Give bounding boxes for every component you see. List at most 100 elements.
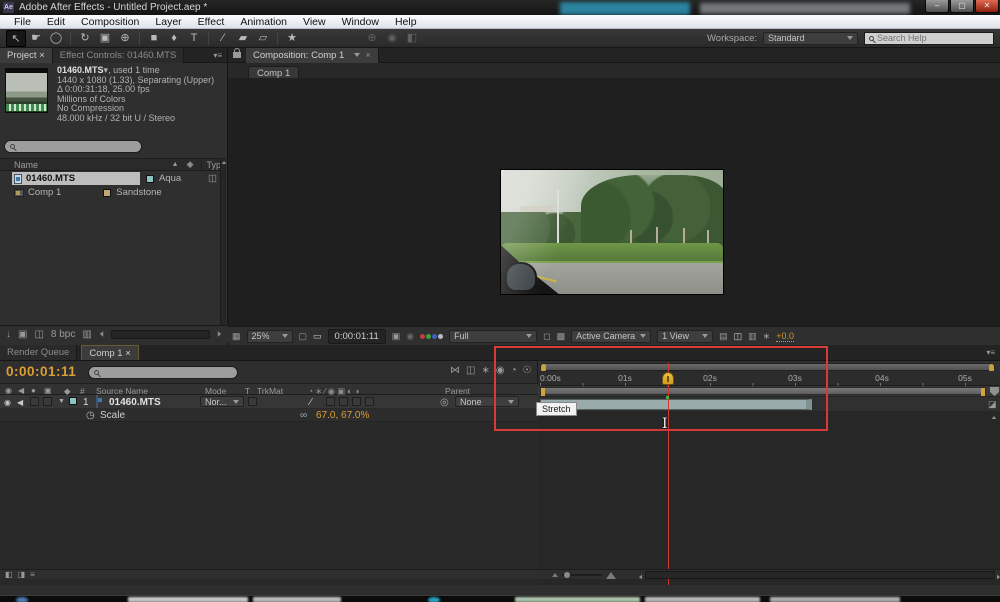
rotation-tool-icon[interactable]: ↻ <box>75 30 95 47</box>
scale-value[interactable]: 67.0, 67.0% <box>316 410 369 421</box>
layer-row[interactable]: ◉ ◀ ▼ 1 01460.MTS Nor... ∕ ◎ None <box>0 395 538 409</box>
transparency-grid-icon[interactable]: ▩ <box>557 332 566 341</box>
expand-layer-switches-icon[interactable]: ◧ <box>5 570 13 579</box>
timeline-hscrollbar[interactable] <box>645 571 995 579</box>
scale-property-row[interactable]: ◷ Scale ∞ 67.0, 67.0% <box>0 409 538 422</box>
taskbar-item[interactable] <box>128 597 248 602</box>
taskbar-item[interactable] <box>16 597 28 602</box>
solo-column-icon[interactable]: ● <box>31 386 36 395</box>
stopwatch-icon[interactable]: ◷ <box>86 410 95 421</box>
lock-switch[interactable] <box>43 397 52 406</box>
label-column-icon[interactable]: ◆ <box>187 159 194 170</box>
zoom-tool-icon[interactable]: ◯ <box>46 30 66 47</box>
title-action-safe-icon[interactable]: ▢ <box>299 332 308 341</box>
show-channel-icon[interactable] <box>420 334 443 339</box>
clone-stamp-tool-icon[interactable]: ▰ <box>233 30 253 47</box>
eraser-tool-icon[interactable]: ▱ <box>253 30 273 47</box>
menu-edit[interactable]: Edit <box>39 15 73 29</box>
brush-tool-icon[interactable]: ∕ <box>213 30 233 47</box>
pan-behind-tool-icon[interactable]: ⊕ <box>115 30 135 47</box>
layer-source-name[interactable]: 01460.MTS <box>109 397 161 408</box>
scroll-up-icon[interactable] <box>992 416 997 419</box>
scroll-left-icon[interactable] <box>100 331 104 337</box>
search-help-box[interactable] <box>864 32 994 45</box>
snapshot-icon[interactable]: ▣ <box>392 332 401 341</box>
new-folder-icon[interactable]: ▣ <box>18 329 27 340</box>
label-color-swatch[interactable] <box>103 189 111 197</box>
effect-switch[interactable] <box>326 397 335 406</box>
active-camera-dropdown[interactable]: Active Camera <box>571 330 651 343</box>
comp-marker-bin-icon[interactable] <box>990 387 999 396</box>
project-scrollbar[interactable] <box>220 158 226 325</box>
show-snapshot-icon[interactable]: ◉ <box>406 332 414 341</box>
scroll-left-icon[interactable] <box>639 575 642 580</box>
menu-layer[interactable]: Layer <box>147 15 189 29</box>
sort-ascending-icon[interactable]: ▲ <box>172 161 179 168</box>
menu-effect[interactable]: Effect <box>190 15 233 29</box>
hand-tool-icon[interactable]: ☛ <box>26 30 46 47</box>
title-bar[interactable]: Ae Adobe After Effects - Untitled Projec… <box>0 0 1000 15</box>
audio-column-icon[interactable]: ◀ <box>18 386 24 395</box>
tab-project[interactable]: Project × <box>0 48 53 63</box>
menu-help[interactable]: Help <box>387 15 425 29</box>
shy-layers-icon[interactable]: ◫ <box>466 365 475 376</box>
delete-icon[interactable]: ▥ <box>82 329 91 340</box>
shape-tool-icon[interactable]: ■ <box>144 30 164 47</box>
selection-tool-icon[interactable]: ↖ <box>6 30 26 47</box>
fast-previews-icon[interactable]: ◫ <box>734 332 743 341</box>
local-axis-mode-icon[interactable]: ⊕ <box>362 30 382 47</box>
timeline-search-box[interactable] <box>88 366 238 379</box>
pixel-aspect-correction-icon[interactable]: ▤ <box>719 332 728 341</box>
close-button[interactable]: ✕ <box>975 0 999 13</box>
taskbar-item[interactable] <box>515 597 640 602</box>
frame-blend-switch[interactable] <box>339 397 348 406</box>
composition-viewer[interactable] <box>228 78 1000 326</box>
timeline-zoom-slider[interactable] <box>552 572 632 578</box>
label-name[interactable]: Aqua <box>159 173 181 184</box>
minimize-button[interactable]: – <box>925 0 949 13</box>
lock-icon[interactable] <box>233 52 241 58</box>
maximize-button[interactable]: ▢ <box>950 0 974 13</box>
tab-composition[interactable]: Composition: Comp 1× <box>246 48 379 63</box>
video-column-icon[interactable]: ◉ <box>5 386 12 395</box>
trkmat-box[interactable] <box>248 397 257 406</box>
comp-button-icon[interactable]: ◪ <box>988 399 997 410</box>
puppet-pin-tool-icon[interactable]: ★ <box>282 30 302 47</box>
zoom-out-icon[interactable] <box>552 573 558 577</box>
zoom-slider-thumb[interactable] <box>564 572 570 578</box>
new-composition-icon[interactable]: ◫ <box>34 329 43 340</box>
layer-label-swatch[interactable] <box>69 397 77 405</box>
chevron-down-icon[interactable] <box>354 53 360 57</box>
scroll-up-icon[interactable] <box>222 161 227 164</box>
column-name[interactable]: Name <box>14 160 38 170</box>
panel-menu-icon[interactable]: ▾≡ <box>208 51 227 60</box>
pen-tool-icon[interactable]: ♦ <box>164 30 184 47</box>
property-name[interactable]: Scale <box>100 410 125 421</box>
project-hscrollbar[interactable] <box>111 330 210 339</box>
close-tab-icon[interactable]: × <box>365 48 371 63</box>
menu-composition[interactable]: Composition <box>73 15 147 29</box>
quality-switch-icon[interactable]: ∕ <box>310 397 312 408</box>
taskbar-item[interactable] <box>770 597 900 602</box>
menu-file[interactable]: File <box>6 15 39 29</box>
expand-transfer-controls-icon[interactable]: ◨ <box>18 570 26 579</box>
work-area-end-handle[interactable] <box>981 388 985 396</box>
magnification-dropdown[interactable]: 25% <box>247 330 293 343</box>
layer-visibility-eye-icon[interactable]: ◉ <box>4 398 11 407</box>
layer-audio-icon[interactable]: ◀ <box>17 398 23 407</box>
project-item-row[interactable]: Comp 1 Sandstone <box>0 186 221 199</box>
project-search-box[interactable] <box>4 140 142 153</box>
taskbar-item[interactable] <box>428 597 440 602</box>
exposure-icon[interactable]: ∗ <box>763 332 771 341</box>
view-axis-mode-icon[interactable]: ◧ <box>402 30 422 47</box>
lock-column-icon[interactable]: ▣ <box>44 386 52 395</box>
search-help-input[interactable] <box>877 33 977 43</box>
timeline-empty-area[interactable] <box>0 422 538 585</box>
bit-depth-label[interactable]: 8 bpc <box>51 329 75 340</box>
interpret-footage-icon[interactable]: ↓ <box>6 329 11 340</box>
menu-view[interactable]: View <box>295 15 334 29</box>
tab-render-queue[interactable]: Render Queue <box>0 345 77 360</box>
motion-blur-switch[interactable] <box>352 397 361 406</box>
camera-tool-icon[interactable]: ▣ <box>95 30 115 47</box>
panel-menu-icon[interactable]: ▾≡ <box>981 348 1000 357</box>
